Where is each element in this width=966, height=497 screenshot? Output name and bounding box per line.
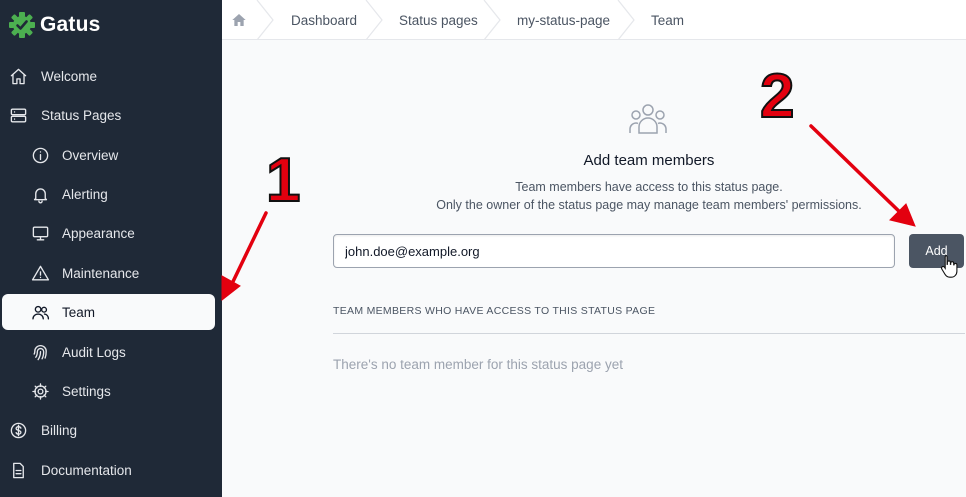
- fingerprint-icon: [30, 342, 50, 362]
- team-members-header: TEAM MEMBERS WHO HAVE ACCESS TO THIS STA…: [333, 305, 656, 317]
- gear-icon: [30, 381, 50, 401]
- sidebar-item-label: Welcome: [41, 68, 98, 84]
- sidebar-item-label: Documentation: [41, 462, 132, 478]
- sidebar-item-label: Billing: [41, 422, 78, 438]
- sidebar-item-audit-logs[interactable]: Audit Logs: [0, 334, 222, 370]
- sidebar-item-label: Status Pages: [41, 107, 122, 123]
- chevron-separator-icon: [365, 0, 383, 41]
- server-icon: [8, 105, 28, 125]
- sidebar-item-label: Appearance: [62, 225, 135, 241]
- breadcrumb-team[interactable]: Team: [651, 0, 684, 40]
- home-icon[interactable]: [231, 0, 247, 40]
- sidebar-item-label: Settings: [62, 383, 111, 399]
- page-heading: Add team members: [583, 152, 715, 169]
- monitor-icon: [30, 223, 50, 243]
- annotation-number-1: 1: [265, 146, 302, 215]
- sidebar-item-settings[interactable]: Settings: [0, 373, 222, 409]
- chevron-separator-icon: [483, 0, 501, 41]
- breadcrumb-status-pages[interactable]: Status pages: [399, 0, 478, 40]
- team-icon: [628, 102, 668, 138]
- sidebar-item-documentation[interactable]: Documentation: [0, 452, 222, 488]
- sidebar: Gatus Welcome Status Pages Overview Aler…: [0, 0, 222, 497]
- sidebar-item-label: Team: [62, 304, 96, 320]
- description-line-2: Only the owner of the status page may ma…: [436, 198, 862, 212]
- breadcrumb-my-status-page[interactable]: my-status-page: [517, 0, 610, 40]
- sidebar-item-label: Overview: [62, 147, 119, 163]
- empty-state-message: There's no team member for this status p…: [333, 357, 623, 372]
- annotation-number-2: 2: [759, 62, 796, 131]
- chevron-separator-icon: [256, 0, 274, 41]
- bell-icon: [30, 184, 50, 204]
- users-icon: [30, 302, 50, 322]
- chevron-separator-icon: [617, 0, 635, 41]
- sidebar-item-status-pages[interactable]: Status Pages: [0, 97, 222, 133]
- sidebar-item-appearance[interactable]: Appearance: [0, 215, 222, 251]
- dollar-icon: [8, 420, 28, 440]
- sidebar-item-maintenance[interactable]: Maintenance: [0, 255, 222, 291]
- brand[interactable]: Gatus: [8, 9, 101, 41]
- sidebar-item-welcome[interactable]: Welcome: [0, 58, 222, 94]
- sidebar-item-alerting[interactable]: Alerting: [0, 176, 222, 212]
- email-input[interactable]: [333, 234, 895, 268]
- gatus-logo-icon: [8, 11, 36, 39]
- sidebar-item-label: Alerting: [62, 186, 108, 202]
- description-line-1: Team members have access to this status …: [515, 180, 783, 194]
- home-icon: [8, 66, 28, 86]
- annotation-arrow-1: [221, 211, 268, 302]
- breadcrumb: Dashboard Status pages my-status-page Te…: [222, 0, 966, 41]
- sidebar-item-team[interactable]: Team: [2, 294, 215, 330]
- hand-cursor-icon: [940, 254, 958, 278]
- sidebar-item-label: Maintenance: [62, 265, 140, 281]
- divider: [333, 333, 965, 334]
- brand-name: Gatus: [40, 13, 101, 36]
- sidebar-item-overview[interactable]: Overview: [0, 137, 222, 173]
- breadcrumb-dashboard[interactable]: Dashboard: [291, 0, 357, 40]
- info-icon: [30, 145, 50, 165]
- warning-icon: [30, 263, 50, 283]
- document-icon: [8, 460, 28, 480]
- sidebar-item-billing[interactable]: Billing: [0, 412, 222, 448]
- sidebar-item-label: Audit Logs: [62, 344, 126, 360]
